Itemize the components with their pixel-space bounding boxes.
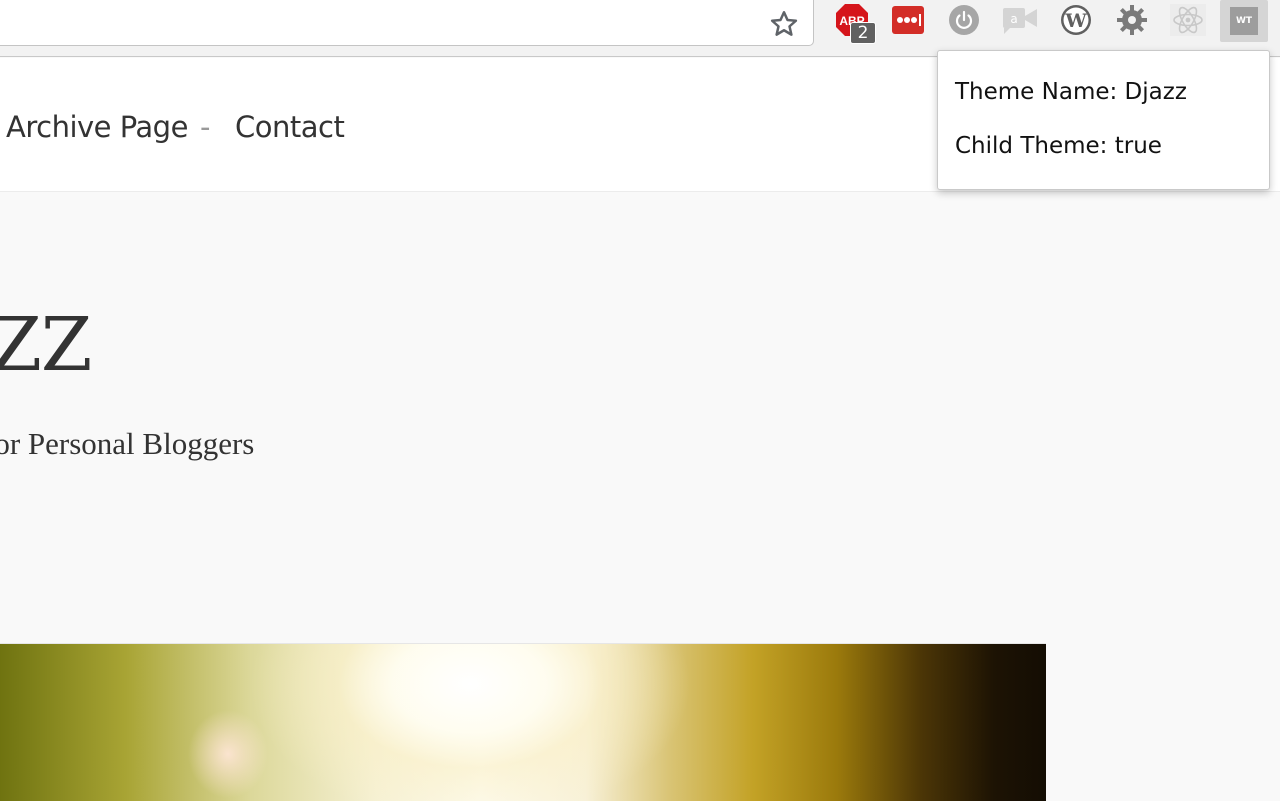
screencast-icon[interactable]: a: [1002, 2, 1038, 38]
adblock-count-badge: 2: [850, 22, 876, 44]
address-bar[interactable]: [0, 0, 814, 46]
theme-info-popup: Theme Name: Djazz Child Theme: true: [937, 50, 1270, 190]
svg-text:a: a: [1010, 12, 1017, 26]
featured-image: [0, 643, 1046, 801]
site-tagline: for Personal Bloggers: [0, 426, 255, 461]
nav-contact[interactable]: Contact: [235, 110, 345, 144]
browser-toolbar: ABP 2 a W WT: [0, 0, 1280, 57]
react-icon[interactable]: [1170, 2, 1206, 38]
wordpress-icon[interactable]: W: [1058, 2, 1094, 38]
nav-archive-page[interactable]: Archive Page: [6, 110, 188, 144]
power-icon[interactable]: [946, 2, 982, 38]
wt-extension-button[interactable]: WT: [1220, 0, 1268, 42]
site-title[interactable]: AZZ: [0, 302, 92, 388]
wt-icon: WT: [1230, 7, 1258, 35]
theme-name-text: Theme Name: Djazz: [955, 79, 1187, 105]
nav-separator: -: [200, 110, 211, 144]
lastpass-icon[interactable]: [890, 2, 926, 38]
child-theme-text: Child Theme: true: [955, 133, 1162, 159]
svg-text:W: W: [1064, 10, 1087, 32]
bookmark-star-icon[interactable]: [769, 9, 799, 39]
gear-icon[interactable]: [1114, 2, 1150, 38]
